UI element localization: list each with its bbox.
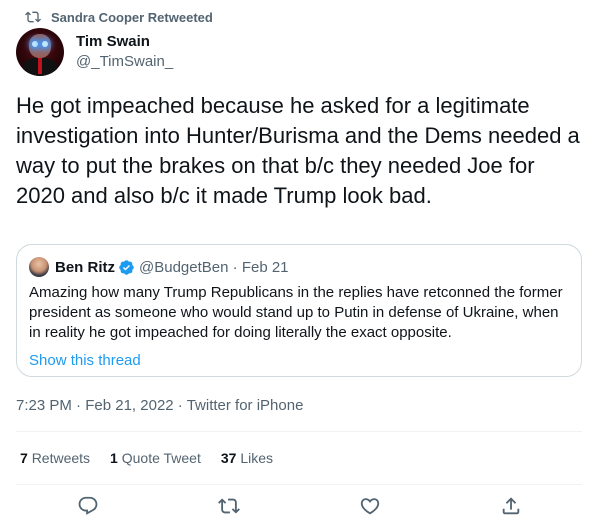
- divider: [16, 431, 582, 432]
- author-display-name[interactable]: Tim Swain: [76, 32, 173, 52]
- like-button[interactable]: [357, 493, 383, 519]
- retweet-header: Sandra Cooper Retweeted: [25, 8, 213, 26]
- reply-button[interactable]: [75, 493, 101, 519]
- like-icon: [360, 498, 380, 515]
- tweet-actions: [16, 493, 582, 521]
- retweet-button[interactable]: [216, 493, 242, 519]
- tweet-text: He got impeached because he asked for a …: [16, 93, 580, 208]
- retweets-stat[interactable]: 7 Retweets: [20, 448, 90, 468]
- tweet-date[interactable]: Feb 21, 2022: [85, 397, 173, 414]
- divider: [16, 484, 582, 485]
- quoted-tweet[interactable]: Ben Ritz @BudgetBen · Feb 21 Amazing how…: [16, 244, 582, 377]
- reply-icon: [78, 496, 98, 515]
- quoted-date: Feb 21: [241, 258, 289, 276]
- quote-tweets-stat[interactable]: 1 Quote Tweet: [110, 448, 201, 468]
- verified-badge-icon: [119, 259, 134, 275]
- retweet-icon: [25, 11, 41, 23]
- quoted-display-name: Ben Ritz: [55, 258, 115, 276]
- quoted-text: Amazing how many Trump Republicans in th…: [29, 284, 563, 341]
- likes-stat[interactable]: 37 Likes: [221, 448, 273, 468]
- timestamp-separator: ·: [76, 397, 82, 414]
- quoted-separator: ·: [232, 258, 238, 276]
- show-thread-link[interactable]: Show this thread: [29, 351, 569, 371]
- tweet-timestamp: 7:23 PM · Feb 21, 2022 · Twitter for iPh…: [16, 396, 303, 416]
- quoted-avatar: [29, 257, 49, 277]
- tweet-author: Tim Swain @_TimSwain_: [16, 28, 173, 76]
- quoted-handle: @BudgetBen: [139, 258, 229, 276]
- avatar[interactable]: [16, 28, 64, 76]
- timestamp-separator: ·: [177, 397, 183, 414]
- retweet-icon: [218, 498, 240, 514]
- author-handle[interactable]: @_TimSwain_: [76, 52, 173, 72]
- share-button[interactable]: [498, 493, 524, 519]
- tweet-stats: 7 Retweets 1 Quote Tweet 37 Likes: [20, 448, 293, 468]
- tweet-source-app[interactable]: Twitter for iPhone: [187, 397, 304, 414]
- tweet-time[interactable]: 7:23 PM: [16, 397, 72, 414]
- retweet-header-text[interactable]: Sandra Cooper Retweeted: [51, 10, 213, 25]
- share-icon: [502, 497, 520, 515]
